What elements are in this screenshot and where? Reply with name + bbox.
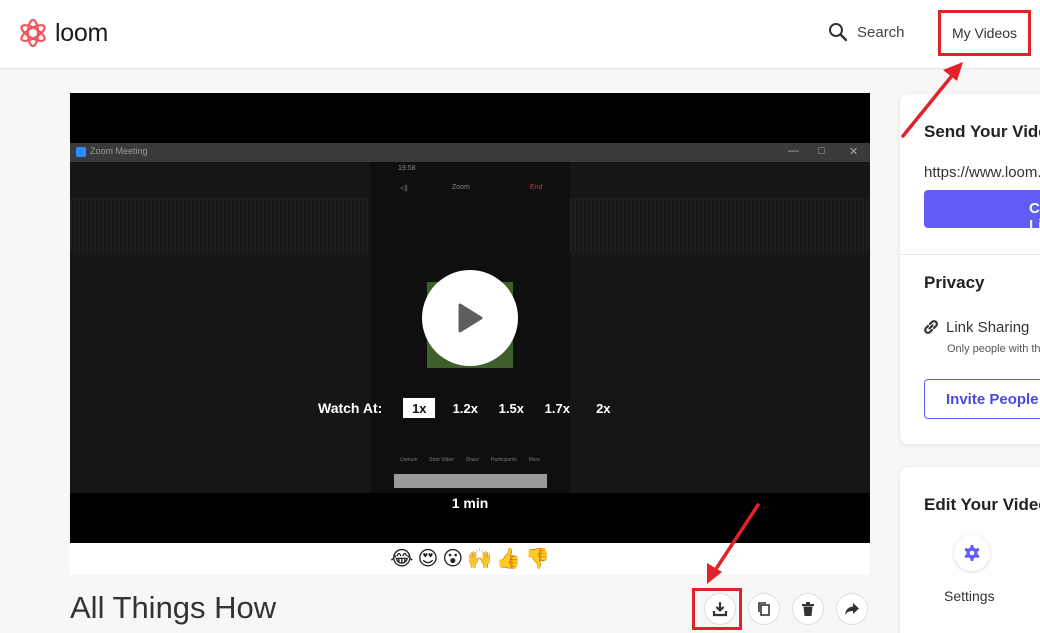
duplicate-button[interactable] bbox=[748, 593, 780, 625]
copy-icon bbox=[758, 602, 770, 616]
zoom-window-titlebar: Zoom Meeting — □ ✕ bbox=[70, 143, 870, 162]
logo-text: loom bbox=[55, 18, 108, 47]
edit-video-title: Edit Your Video bbox=[924, 495, 1040, 514]
video-duration: 1 min bbox=[451, 495, 489, 511]
reaction-wow[interactable]: 😮 bbox=[442, 549, 463, 569]
video-texture-left bbox=[70, 198, 370, 253]
close-icon: ✕ bbox=[849, 146, 859, 158]
speed-option-1-5x[interactable]: 1.5x bbox=[495, 398, 527, 418]
delete-button[interactable] bbox=[792, 593, 824, 625]
play-icon bbox=[458, 303, 483, 333]
reactions-bar: 😂 😍 😮 🙌 👍 👎 bbox=[70, 543, 870, 575]
search-label: Search bbox=[857, 23, 905, 41]
phone-end: End bbox=[530, 184, 543, 191]
invite-people-button[interactable]: Invite People bbox=[924, 379, 1040, 419]
edit-panel: Edit Your Video Settings bbox=[900, 467, 1040, 633]
link-sharing-toggle[interactable]: Link Sharing bbox=[922, 318, 1029, 336]
search-button[interactable]: Search bbox=[828, 22, 905, 42]
loom-logo[interactable]: loom bbox=[17, 17, 108, 49]
download-highlight-box bbox=[692, 588, 742, 630]
video-player[interactable]: Zoom Meeting — □ ✕ 19:58 ◁) Zoom End Unm… bbox=[70, 93, 870, 543]
maximize-icon: □ bbox=[818, 145, 825, 157]
video-texture-right bbox=[570, 198, 870, 253]
speed-option-1-2x[interactable]: 1.2x bbox=[449, 398, 481, 418]
minimize-icon: — bbox=[788, 145, 799, 157]
playback-speed-selector: Watch At: 1x 1.2x 1.5x 1.7x 2x bbox=[318, 398, 633, 418]
reaction-thumbs-up[interactable]: 👍 bbox=[496, 549, 521, 569]
reaction-raised-hands[interactable]: 🙌 bbox=[467, 549, 492, 569]
dock-item: Share bbox=[465, 457, 479, 463]
divider bbox=[900, 254, 1040, 255]
copy-link-button[interactable]: Copy Link bbox=[924, 190, 1040, 234]
search-icon bbox=[829, 23, 848, 42]
share-arrow-icon bbox=[845, 603, 859, 615]
phone-time: 19:58 bbox=[398, 165, 416, 172]
watch-at-label: Watch At: bbox=[318, 400, 383, 416]
loom-logo-icon bbox=[20, 18, 46, 48]
settings-button[interactable] bbox=[954, 535, 990, 571]
phone-menu: Zoom bbox=[452, 184, 470, 191]
privacy-title: Privacy bbox=[924, 273, 985, 292]
reaction-heart-eyes[interactable]: 😍 bbox=[417, 549, 438, 569]
settings-label: Settings bbox=[944, 588, 995, 604]
gear-icon bbox=[964, 545, 980, 561]
dock-item: Participants bbox=[490, 457, 517, 463]
speed-option-1-7x[interactable]: 1.7x bbox=[541, 398, 573, 418]
link-sharing-description: Only people with the link bbox=[947, 343, 1040, 355]
share-url[interactable]: https://www.loom.com/share bbox=[924, 164, 1040, 181]
share-button[interactable] bbox=[836, 593, 868, 625]
send-video-title: Send Your Video bbox=[924, 122, 1040, 141]
my-videos-button[interactable]: My Videos bbox=[938, 10, 1031, 56]
dock-item: More bbox=[528, 457, 540, 463]
dock-item: Unmute bbox=[400, 457, 418, 463]
phone-nav-bar bbox=[394, 474, 547, 488]
speed-option-2x[interactable]: 2x bbox=[587, 398, 619, 418]
link-sharing-label: Link Sharing bbox=[946, 318, 1030, 336]
reaction-thumbs-down[interactable]: 👎 bbox=[525, 549, 550, 569]
zoom-window-title: Zoom Meeting bbox=[90, 146, 148, 156]
speaker-icon: ◁) bbox=[400, 185, 408, 192]
phone-dock: Unmute Start Video Share Participants Mo… bbox=[400, 457, 540, 463]
link-icon bbox=[924, 320, 938, 334]
trash-icon bbox=[802, 602, 814, 616]
speed-option-1x[interactable]: 1x bbox=[403, 398, 436, 418]
video-title[interactable]: All Things How bbox=[70, 590, 276, 626]
share-panel: Send Your Video https://www.loom.com/sha… bbox=[900, 94, 1040, 444]
reaction-laugh[interactable]: 😂 bbox=[390, 549, 413, 569]
play-button[interactable] bbox=[422, 270, 518, 366]
dock-item: Start Video bbox=[429, 457, 454, 463]
top-bar: loom Search My Videos bbox=[0, 0, 1040, 69]
zoom-app-icon bbox=[76, 147, 86, 157]
